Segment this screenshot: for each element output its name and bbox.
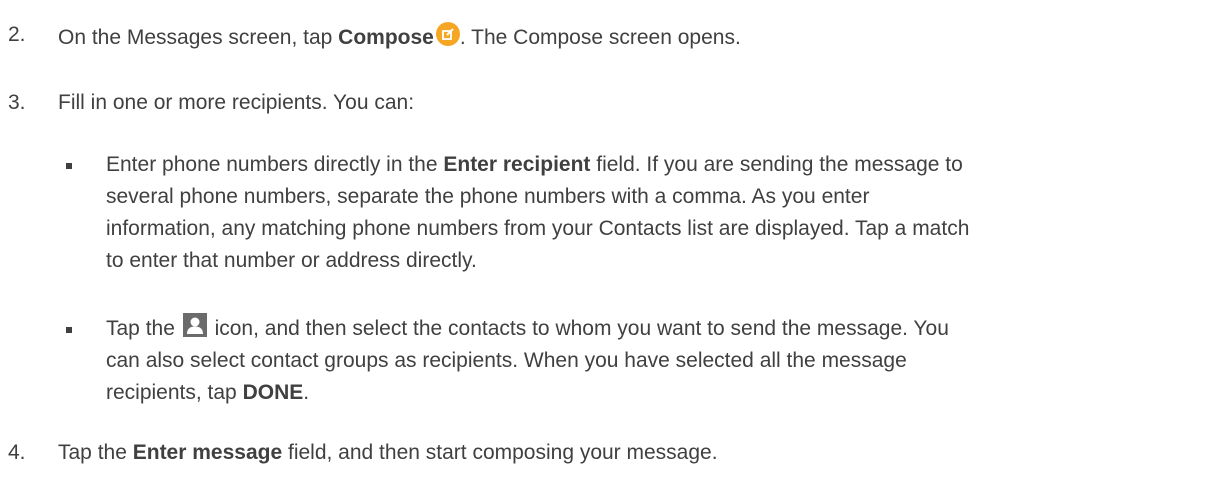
- bullet-item: Enter phone numbers directly in the Ente…: [106, 153, 970, 272]
- step-text: Fill in one or more recipients. You can:: [58, 91, 415, 114]
- bullet-marker: [66, 163, 72, 169]
- bullet-item: Tap the icon, and then select the contac…: [106, 313, 1206, 409]
- compose-icon: [435, 22, 460, 46]
- compose-label: Compose: [338, 26, 434, 49]
- step-number: 3.: [8, 91, 26, 114]
- step-text: On the Messages screen, tap Compose. The…: [58, 22, 741, 51]
- step-text: Tap the Enter message field, and then st…: [58, 441, 718, 464]
- step-number: 2.: [8, 23, 26, 46]
- enter-recipient-label: Enter recipient: [443, 153, 591, 176]
- contact-icon: [182, 313, 207, 337]
- enter-message-label: Enter message: [132, 441, 283, 464]
- done-label: DONE: [242, 381, 304, 404]
- step-number: 4.: [8, 441, 26, 464]
- bullet-marker: [66, 327, 72, 333]
